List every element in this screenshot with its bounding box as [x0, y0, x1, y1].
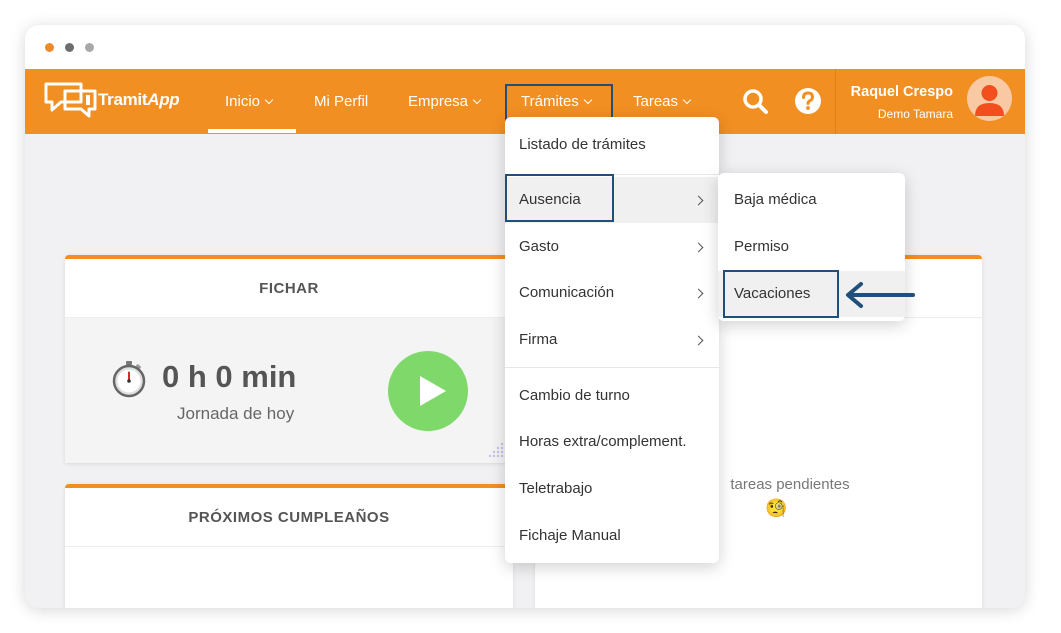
fichar-label: Jornada de hoy	[177, 404, 295, 423]
window-dot-orange[interactable]	[45, 43, 54, 52]
tramitapp-logo[interactable]: TramitApp	[43, 80, 183, 120]
menu-item-fichaje-manual[interactable]: Fichaje Manual	[505, 513, 719, 559]
cumpleanos-card: PRÓXIMOS CUMPLEAÑOS	[65, 484, 513, 608]
avatar[interactable]	[967, 76, 1012, 121]
window-dot-dark[interactable]	[65, 43, 74, 52]
menu-item-label: Fichaje Manual	[519, 527, 621, 544]
nav-empresa-label: Empresa	[408, 93, 469, 110]
user-avatar-icon	[975, 85, 1004, 116]
submenu-item-permiso[interactable]: Permiso	[718, 224, 905, 270]
menu-item-label: Cambio de turno	[519, 387, 630, 404]
menu-item-horas-extra[interactable]: Horas extra/complement.	[505, 419, 719, 465]
chevron-down-icon	[682, 95, 692, 105]
menu-item-listado-tramites[interactable]: Listado de trámites	[505, 122, 719, 168]
nav-tareas-label: Tareas	[633, 93, 679, 110]
menu-item-gasto[interactable]: Gasto	[505, 224, 719, 270]
menu-item-comunicacion[interactable]: Comunicación	[505, 270, 719, 316]
menu-item-teletrabajo[interactable]: Teletrabajo	[505, 466, 719, 512]
chat-bubbles-logo-icon	[44, 82, 97, 118]
chevron-right-icon	[693, 242, 704, 253]
menu-item-firma[interactable]: Firma	[505, 317, 719, 363]
fichar-time: 0 h 0 min	[162, 359, 297, 394]
chevron-down-icon	[472, 95, 482, 105]
fichar-card: FICHAR 0 h 0 min Jornada de hoy	[65, 255, 513, 463]
user-company: Demo Tamara	[877, 107, 953, 121]
menu-item-label: Horas extra/complement.	[519, 433, 687, 450]
help-icon[interactable]	[794, 87, 822, 115]
menu-item-label: Gasto	[519, 238, 560, 255]
chevron-right-icon	[693, 335, 704, 346]
submenu-item-label: Permiso	[734, 238, 790, 255]
chevron-right-icon	[693, 288, 704, 299]
pointer-arrow-icon	[846, 282, 915, 308]
nav-inicio-label: Inicio	[225, 93, 261, 110]
menu-item-cambio-turno[interactable]: Cambio de turno	[505, 373, 719, 419]
menu-divider	[505, 367, 719, 368]
submenu-item-label: Baja médica	[734, 191, 817, 208]
chevron-right-icon	[693, 195, 704, 206]
nav-mi-perfil[interactable]: Mi Perfil	[314, 69, 368, 134]
thinking-face-icon: 🧐	[765, 498, 788, 518]
menu-item-label: Listado de trámites	[519, 136, 646, 153]
search-icon[interactable]	[741, 87, 769, 115]
fichar-card-title: FICHAR	[65, 259, 513, 318]
nav-empresa[interactable]: Empresa	[408, 69, 482, 134]
menu-item-label: Firma	[519, 331, 558, 348]
nav-divider	[835, 69, 836, 134]
ausencia-highlight-box	[505, 174, 614, 222]
window-dot-grey[interactable]	[85, 43, 94, 52]
logo-text-part1: Tramit	[98, 90, 148, 109]
logo-text: TramitApp	[98, 90, 180, 110]
vacaciones-highlight-box	[723, 270, 839, 318]
tramites-dropdown-menu: Listado de trámites Ausencia Gasto Comun…	[505, 117, 719, 563]
window-titlebar	[25, 25, 1025, 69]
stopwatch-icon	[112, 361, 146, 398]
menu-item-label: Comunicación	[519, 284, 615, 301]
tareas-empty-text: tareas pendientes	[730, 476, 850, 493]
user-name[interactable]: Raquel Crespo	[851, 84, 953, 100]
logo-text-part2: App	[147, 90, 180, 109]
nav-mi-perfil-label: Mi Perfil	[314, 93, 369, 110]
nav-active-indicator	[208, 129, 296, 133]
nav-inicio[interactable]: Inicio	[225, 69, 274, 134]
menu-item-label: Teletrabajo	[519, 480, 593, 497]
submenu-item-baja-medica[interactable]: Baja médica	[718, 177, 905, 223]
browser-window: TramitApp Inicio Mi Perfil Empresa Trámi…	[25, 25, 1025, 608]
cumpleanos-card-title: PRÓXIMOS CUMPLEAÑOS	[65, 488, 513, 547]
chevron-down-icon	[264, 95, 274, 105]
play-start-button[interactable]	[388, 351, 468, 431]
